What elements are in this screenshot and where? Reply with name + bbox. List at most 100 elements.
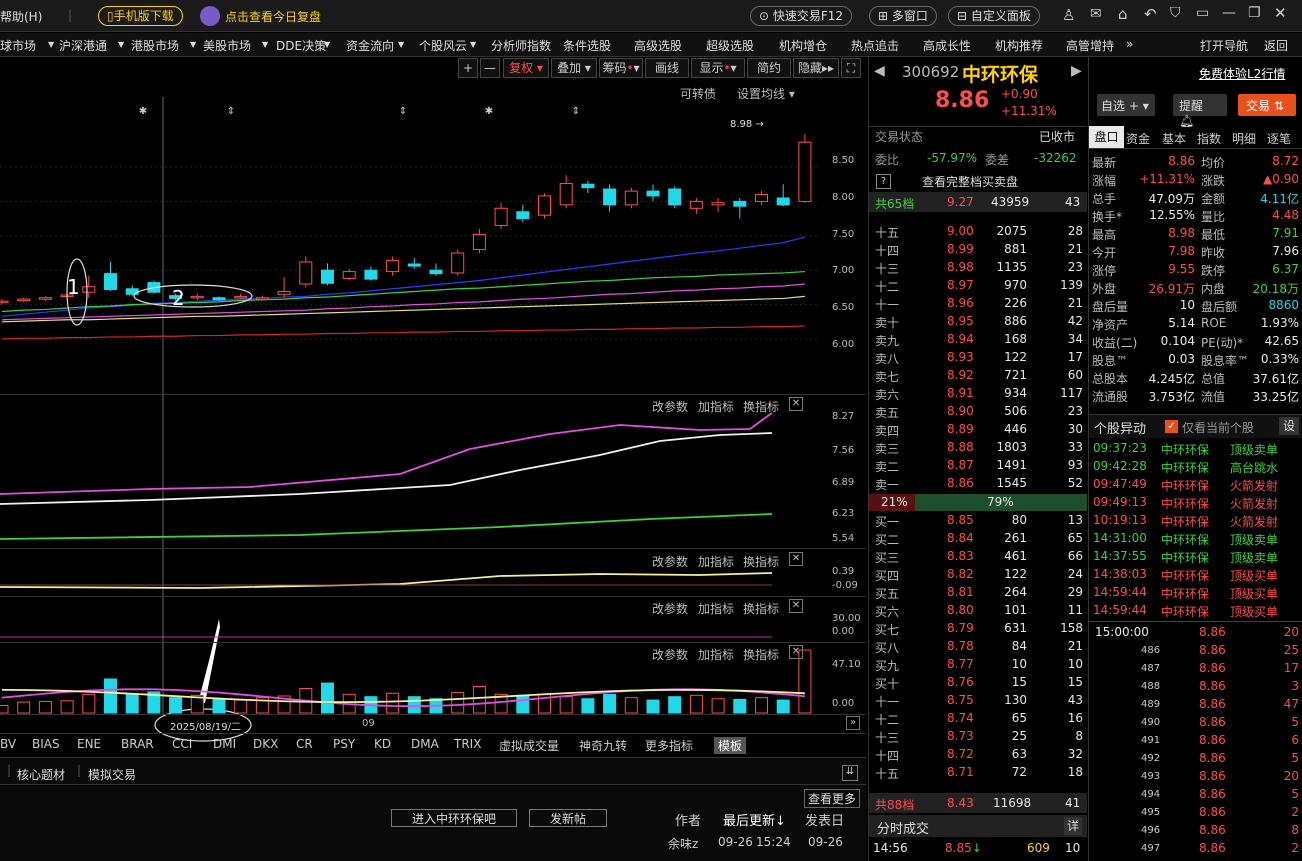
mail-icon[interactable]: ✉ bbox=[1090, 6, 1102, 22]
switch-indicator-button[interactable]: 换指标 bbox=[743, 398, 779, 415]
bid-row[interactable]: 买九 8.77 10 10 bbox=[869, 656, 1087, 674]
next-stock-icon[interactable]: ▶ bbox=[1071, 63, 1082, 79]
close-icon[interactable]: ✕ bbox=[789, 552, 803, 566]
indicator-tab[interactable]: TRIX bbox=[454, 737, 481, 751]
bid-row[interactable]: 买三 8.83 461 66 bbox=[869, 548, 1087, 566]
trades-detail-button[interactable]: 详 bbox=[1064, 817, 1082, 835]
add-indicator-button[interactable]: 加指标 bbox=[698, 553, 734, 570]
event-row[interactable]: 09:42:28 中环环保 高台跳水 bbox=[1089, 458, 1302, 476]
tab-tick[interactable]: 逐笔 bbox=[1267, 130, 1291, 147]
menu-advanced[interactable]: 高级选股 bbox=[634, 37, 682, 54]
add-indicator-button[interactable]: 加指标 bbox=[698, 646, 734, 663]
indicator-tab[interactable]: BV bbox=[0, 737, 16, 751]
event-row[interactable]: 14:59:44 中环环保 顶级买单 bbox=[1089, 602, 1302, 620]
bid-row[interactable]: 十五 8.71 72 18 bbox=[869, 764, 1087, 782]
event-row[interactable]: 14:37:55 中环环保 顶级卖单 bbox=[1089, 548, 1302, 566]
indicator-tab[interactable]: 虚拟成交量 bbox=[499, 737, 559, 754]
add-watchlist-button[interactable]: 自选 + ▾ bbox=[1097, 94, 1155, 116]
switch-indicator-button[interactable]: 换指标 bbox=[743, 553, 779, 570]
bid-row[interactable]: 十二 8.74 65 16 bbox=[869, 710, 1087, 728]
event-row[interactable]: 09:49:13 中环环保 火箭发射 bbox=[1089, 494, 1302, 512]
open-nav[interactable]: 打开导航 bbox=[1200, 37, 1248, 54]
menu-dde[interactable]: DDE决策 bbox=[276, 37, 326, 54]
l2-trial-link[interactable]: 免费体验L2行情 bbox=[1199, 65, 1285, 82]
more-icon[interactable]: » bbox=[1126, 37, 1133, 51]
close-icon[interactable]: ✕ bbox=[789, 599, 803, 613]
event-row[interactable]: 14:59:44 中环环保 顶级买单 bbox=[1089, 584, 1302, 602]
publish-date-header[interactable]: 发表日 bbox=[805, 810, 844, 829]
menu-fund-flow[interactable]: 资金流向 bbox=[346, 37, 394, 54]
new-post-button[interactable]: 发新帖 bbox=[529, 809, 607, 827]
bid-row[interactable]: 买六 8.80 101 11 bbox=[869, 602, 1087, 620]
kline-chart-area[interactable]: + — 复权 ▾ 叠加 ▾ 筹码•▾ 画线 显示•▾ 简约 隐藏▸▸ ⛶ 可转债… bbox=[0, 57, 866, 757]
enter-forum-button[interactable]: 进入中环环保吧 bbox=[391, 809, 517, 827]
help-menu[interactable]: 帮助(H) bbox=[0, 8, 42, 25]
close-icon[interactable]: ✕ bbox=[789, 645, 803, 659]
close-icon[interactable]: ✕ bbox=[789, 397, 803, 411]
bid-row[interactable]: 买四 8.82 122 24 bbox=[869, 566, 1087, 584]
ask-row[interactable]: 卖七 8.92 721 60 bbox=[869, 367, 1087, 385]
add-indicator-button[interactable]: 加指标 bbox=[698, 398, 734, 415]
indicator-tab[interactable]: 更多指标 bbox=[645, 737, 693, 754]
ask-row[interactable]: 卖八 8.93 122 17 bbox=[869, 349, 1087, 367]
ask-row[interactable]: 卖五 8.90 506 23 bbox=[869, 403, 1087, 421]
bid-row[interactable]: 买五 8.81 264 29 bbox=[869, 584, 1087, 602]
ask-row[interactable]: 卖六 8.91 934 117 bbox=[869, 385, 1087, 403]
indicator-tab[interactable]: 神奇九转 bbox=[579, 737, 627, 754]
bid-row[interactable]: 买二 8.84 261 65 bbox=[869, 530, 1087, 548]
tab-sim-trade[interactable]: 模拟交易 bbox=[88, 766, 136, 783]
menu-global-market[interactable]: 球市场 bbox=[0, 37, 36, 54]
ask-row[interactable]: 卖四 8.89 446 30 bbox=[869, 421, 1087, 439]
bid-row[interactable]: 十一 8.75 130 43 bbox=[869, 692, 1087, 710]
indicator-tab[interactable]: DMA bbox=[411, 737, 439, 751]
add-indicator-button[interactable]: 加指标 bbox=[698, 600, 734, 617]
ask-row[interactable]: 卖十 8.95 886 42 bbox=[869, 313, 1087, 331]
edit-params-button[interactable]: 改参数 bbox=[652, 600, 688, 617]
menu-growth[interactable]: 高成长性 bbox=[923, 37, 971, 54]
indicator-tab[interactable]: DMI bbox=[213, 737, 236, 751]
tab-index[interactable]: 指数 bbox=[1197, 130, 1221, 147]
menu-condition[interactable]: 条件选股 bbox=[563, 37, 611, 54]
settings-button[interactable]: 设 bbox=[1279, 417, 1299, 435]
event-row[interactable]: 10:19:13 中环环保 火箭发射 bbox=[1089, 512, 1302, 530]
menu-us-market[interactable]: 美股市场 bbox=[203, 37, 251, 54]
maximize-icon[interactable]: ❐ bbox=[1248, 5, 1261, 21]
bid-row[interactable]: 买十 8.76 15 15 bbox=[869, 674, 1087, 692]
minimize-icon[interactable]: — bbox=[1222, 5, 1236, 21]
shirt-icon[interactable]: ⛉ bbox=[1170, 5, 1181, 21]
prev-stock-icon[interactable]: ◀ bbox=[874, 63, 885, 79]
switch-indicator-button[interactable]: 换指标 bbox=[743, 646, 779, 663]
back-button[interactable]: 返回 bbox=[1264, 37, 1288, 54]
event-row[interactable]: 14:31:00 中环环保 顶级卖单 bbox=[1089, 530, 1302, 548]
indicator-tab[interactable]: CCI bbox=[172, 737, 192, 751]
menu-inst-rec[interactable]: 机构推荐 bbox=[995, 37, 1043, 54]
menu-hk-connect[interactable]: 沪深港通 bbox=[59, 37, 107, 54]
alert-button[interactable]: 提醒 🔔︎ bbox=[1173, 94, 1227, 128]
bid-row[interactable]: 买一 8.85 80 13 bbox=[869, 512, 1087, 530]
home-icon[interactable]: ⌂ bbox=[1118, 5, 1128, 23]
ask-row[interactable]: 十三 8.98 1135 23 bbox=[869, 259, 1087, 277]
edit-params-button[interactable]: 改参数 bbox=[652, 553, 688, 570]
tab-core-topic[interactable]: 核心题材 bbox=[17, 766, 65, 783]
indicator-tab[interactable]: DKX bbox=[253, 737, 278, 751]
restore-icon[interactable]: ▭ bbox=[1196, 5, 1209, 21]
view-more-button[interactable]: 查看更多 bbox=[804, 789, 861, 808]
bid-row[interactable]: 十四 8.72 63 32 bbox=[869, 746, 1087, 764]
indicator-tab[interactable]: ENE bbox=[77, 737, 101, 751]
menu-hk-market[interactable]: 港股市场 bbox=[131, 37, 179, 54]
bid-row[interactable]: 十三 8.73 25 8 bbox=[869, 728, 1087, 746]
indicator-tab[interactable]: BIAS bbox=[32, 737, 60, 751]
edit-params-button[interactable]: 改参数 bbox=[652, 398, 688, 415]
trade-button[interactable]: 交易 ⇅ bbox=[1238, 94, 1296, 116]
bid-row[interactable]: 买七 8.79 631 158 bbox=[869, 620, 1087, 638]
quick-trade-button[interactable]: ⊙ 快速交易F12 bbox=[750, 6, 853, 26]
event-row[interactable]: 14:38:03 中环环保 顶级买单 bbox=[1089, 566, 1302, 584]
help-icon[interactable]: ? bbox=[876, 174, 891, 189]
indicator-tab[interactable]: PSY bbox=[333, 737, 355, 751]
bid-row[interactable]: 买八 8.78 84 21 bbox=[869, 638, 1087, 656]
multi-window-button[interactable]: ⊞ 多窗口 bbox=[869, 6, 937, 26]
close-icon[interactable]: ✕ bbox=[1274, 4, 1287, 22]
ask-row[interactable]: 卖一 8.86 1545 52 bbox=[869, 475, 1087, 493]
tab-basic[interactable]: 基本 bbox=[1162, 130, 1186, 147]
full-depth-link[interactable]: 查看完整档买卖盘 bbox=[922, 173, 1018, 190]
